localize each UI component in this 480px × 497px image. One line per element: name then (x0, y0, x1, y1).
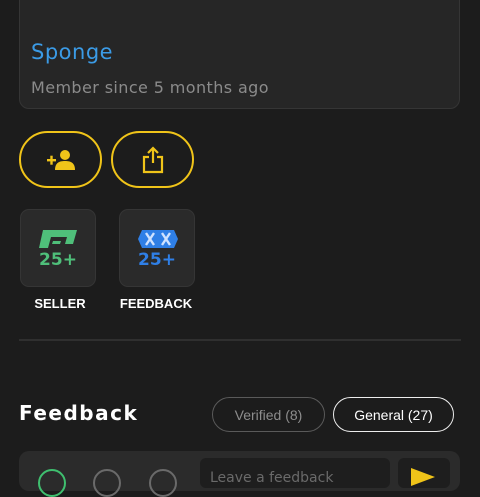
seller-badge[interactable]: 25+ (20, 209, 96, 287)
divider (19, 339, 461, 341)
share-button[interactable] (111, 131, 194, 188)
tab-verified[interactable]: Verified (8) (212, 397, 325, 432)
feedback-badge-count: 25+ (138, 250, 176, 270)
feedback-badge[interactable]: 25+ (119, 209, 195, 287)
neutral-rating-icon[interactable] (93, 469, 121, 497)
follow-button[interactable] (19, 131, 102, 188)
person-add-icon (46, 149, 75, 170)
share-icon (142, 145, 163, 173)
feedback-badge-label: FEEDBACK (119, 296, 193, 311)
username[interactable]: Sponge (31, 40, 113, 64)
send-icon (411, 468, 435, 486)
seller-badge-label: SELLER (34, 296, 86, 311)
feedback-title: Feedback (19, 401, 139, 425)
positive-rating-icon[interactable] (38, 469, 66, 497)
tab-general[interactable]: General (27) (333, 397, 454, 432)
negative-rating-icon[interactable] (149, 469, 177, 497)
feedback-input[interactable]: Leave a feedback (200, 458, 390, 488)
send-button[interactable] (398, 458, 450, 488)
feedback-badge-icon (138, 230, 178, 248)
member-since: Member since 5 months ago (31, 78, 269, 97)
seller-badge-icon (39, 230, 77, 248)
seller-badge-count: 25+ (39, 250, 77, 270)
